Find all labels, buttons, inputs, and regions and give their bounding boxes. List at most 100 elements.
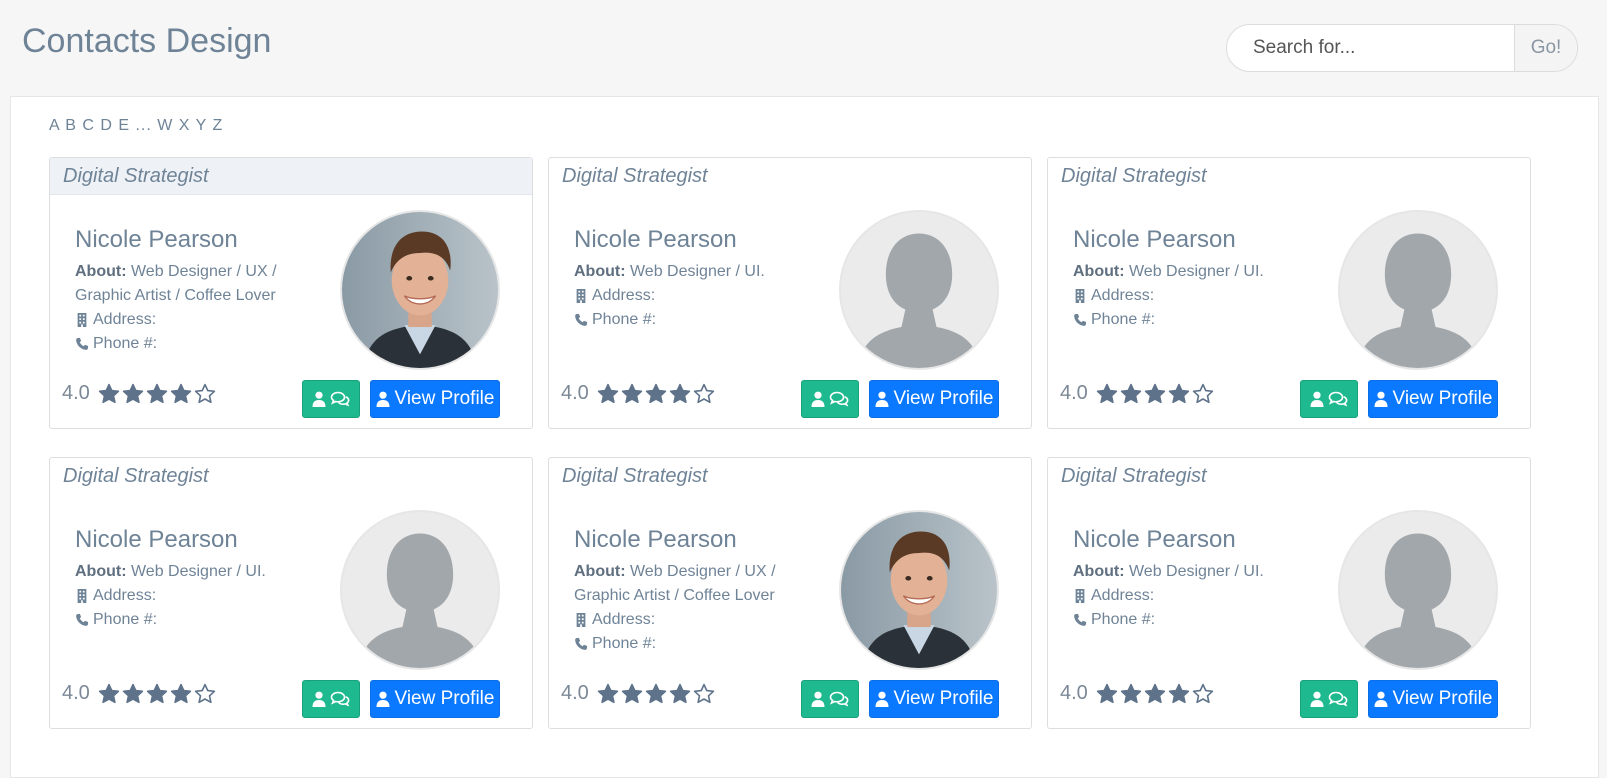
star-empty-icon	[194, 383, 216, 403]
star-filled-icon	[1120, 383, 1142, 403]
rating-value: 4.0	[1060, 682, 1088, 704]
phone-icon	[1074, 313, 1087, 326]
card-role: Digital Strategist	[1061, 465, 1207, 487]
phone-label: Phone #:	[93, 335, 158, 352]
user-icon	[312, 691, 326, 707]
star-empty-icon	[1192, 683, 1214, 703]
message-button[interactable]	[302, 380, 360, 418]
about-label: About:	[75, 263, 127, 280]
comments-icon	[829, 391, 849, 407]
address-label: Address:	[93, 587, 157, 604]
search-input[interactable]	[1227, 25, 1514, 71]
about-text: Web Designer / UI.	[1128, 263, 1264, 280]
rating-stars	[98, 383, 218, 405]
building-icon	[1075, 289, 1085, 303]
about-text: Web Designer / UI.	[629, 263, 765, 280]
phone-line: Phone #:	[75, 332, 320, 356]
contact-name: Nicole Pearson	[75, 526, 238, 553]
comments-icon	[330, 691, 350, 707]
contact-card: Digital Strategist Nicole Pearson About:…	[548, 457, 1032, 729]
card-role: Digital Strategist	[1061, 165, 1207, 187]
phone-line: Phone #:	[75, 608, 320, 632]
star-filled-icon	[98, 383, 120, 403]
search-go-button[interactable]: Go!	[1514, 25, 1577, 71]
star-filled-icon	[122, 683, 144, 703]
phone-icon	[575, 313, 588, 326]
user-icon	[811, 391, 825, 407]
view-profile-label: View Profile	[893, 688, 994, 709]
avatar	[340, 210, 500, 370]
message-button[interactable]	[801, 680, 859, 718]
view-profile-button[interactable]: View Profile	[370, 380, 500, 418]
phone-icon	[76, 337, 89, 350]
alphabet-filter[interactable]: A B C D E ... W X Y Z	[49, 117, 223, 135]
placeholder-silhouette	[342, 512, 498, 668]
message-button[interactable]	[801, 380, 859, 418]
contact-info: About: Web Designer / UI. Address: Phone…	[1073, 260, 1318, 332]
view-profile-button[interactable]: View Profile	[1368, 680, 1498, 718]
building-icon	[576, 613, 586, 627]
placeholder-silhouette	[841, 212, 997, 368]
rating: 4.0	[62, 382, 218, 405]
contact-card: Digital Strategist Nicole Pearson About:…	[1047, 457, 1531, 729]
star-empty-icon	[194, 683, 216, 703]
user-icon	[1310, 391, 1324, 407]
phone-label: Phone #:	[93, 611, 158, 628]
page-title: Contacts Design	[22, 22, 272, 60]
contact-info: About: Web Designer / UI. Address: Phone…	[1073, 560, 1318, 632]
address-line: Address:	[574, 608, 819, 632]
view-profile-label: View Profile	[1392, 388, 1493, 409]
star-filled-icon	[645, 383, 667, 403]
view-profile-button[interactable]: View Profile	[869, 680, 999, 718]
view-profile-label: View Profile	[1392, 688, 1493, 709]
contact-info: About: Web Designer / UX / Graphic Artis…	[75, 260, 320, 356]
view-profile-button[interactable]: View Profile	[1368, 380, 1498, 418]
placeholder-silhouette	[1340, 212, 1496, 368]
rating-value: 4.0	[561, 682, 589, 704]
star-filled-icon	[645, 683, 667, 703]
phone-label: Phone #:	[592, 635, 657, 652]
star-filled-icon	[1096, 383, 1118, 403]
message-button[interactable]	[1300, 680, 1358, 718]
contact-info: About: Web Designer / UI. Address: Phone…	[75, 560, 320, 632]
avatar	[839, 510, 999, 670]
about-label: About:	[574, 563, 626, 580]
user-icon	[1374, 691, 1387, 707]
address-line: Address:	[75, 584, 320, 608]
rating-stars	[1096, 383, 1216, 405]
about-label: About:	[75, 563, 127, 580]
star-filled-icon	[597, 383, 619, 403]
contact-card: Digital Strategist Nicole Pearson About:…	[548, 157, 1032, 429]
address-label: Address:	[592, 287, 656, 304]
address-label: Address:	[592, 611, 656, 628]
star-filled-icon	[122, 383, 144, 403]
star-empty-icon	[693, 383, 715, 403]
view-profile-button[interactable]: View Profile	[869, 380, 999, 418]
star-filled-icon	[1144, 383, 1166, 403]
message-button[interactable]	[302, 680, 360, 718]
phone-label: Phone #:	[1091, 611, 1156, 628]
rating-value: 4.0	[1060, 382, 1088, 404]
card-role: Digital Strategist	[63, 465, 209, 487]
phone-icon	[76, 613, 89, 626]
contact-name: Nicole Pearson	[75, 226, 238, 253]
address-line: Address:	[75, 308, 320, 332]
avatar	[1338, 210, 1498, 370]
rating: 4.0	[1060, 682, 1216, 705]
star-filled-icon	[170, 383, 192, 403]
phone-icon	[575, 637, 588, 650]
rating-value: 4.0	[62, 382, 90, 404]
profile-photo	[841, 512, 997, 668]
user-icon	[875, 391, 888, 407]
user-icon	[312, 391, 326, 407]
about-line: About: Web Designer / UI.	[1073, 260, 1318, 284]
contact-info: About: Web Designer / UI. Address: Phone…	[574, 260, 819, 332]
user-icon	[376, 391, 389, 407]
address-line: Address:	[1073, 284, 1318, 308]
address-line: Address:	[574, 284, 819, 308]
view-profile-button[interactable]: View Profile	[370, 680, 500, 718]
message-button[interactable]	[1300, 380, 1358, 418]
address-label: Address:	[1091, 287, 1155, 304]
user-icon	[1310, 691, 1324, 707]
about-line: About: Web Designer / UI.	[1073, 560, 1318, 584]
